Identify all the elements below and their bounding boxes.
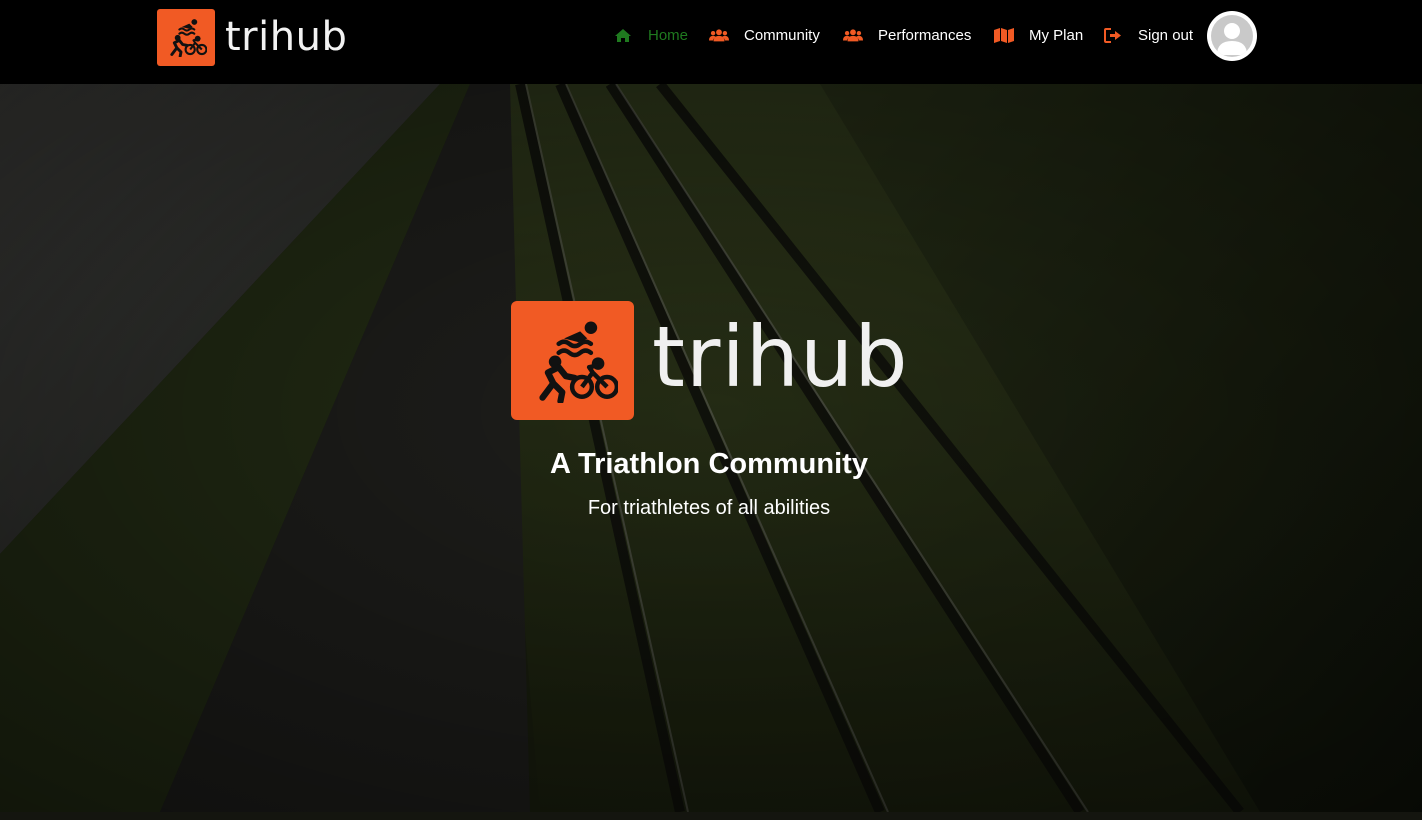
map-icon: [994, 27, 1014, 43]
nav-item-community[interactable]: Community: [709, 24, 820, 46]
navbar: trihub Home Community Performances My Pl…: [0, 0, 1422, 84]
triathlon-logo-icon: [511, 300, 634, 420]
hero-brand-name: trihub: [652, 308, 909, 406]
home-icon: [613, 27, 633, 43]
nav-label-home: Home: [648, 26, 689, 44]
hero-section: trihub A Triathlon Community For triathl…: [0, 84, 1422, 812]
users-icon: [843, 27, 863, 43]
user-avatar-button[interactable]: [1207, 11, 1257, 61]
nav-label-community: Community: [744, 26, 820, 44]
users-icon: [709, 27, 729, 43]
sign-out-icon: [1103, 27, 1123, 43]
hero-title: A Triathlon Community: [550, 448, 868, 480]
nav-item-my-plan[interactable]: My Plan: [994, 24, 1083, 46]
nav-item-sign-out[interactable]: Sign out: [1103, 24, 1193, 46]
nav-label-performances: Performances: [878, 26, 972, 44]
page-bottom-edge: [0, 812, 1422, 820]
hero-brand: trihub: [511, 300, 909, 420]
user-avatar-icon: [1211, 15, 1253, 57]
nav-item-home[interactable]: Home: [613, 24, 688, 46]
nav-label-my-plan: My Plan: [1029, 26, 1084, 44]
nav-label-sign-out: Sign out: [1138, 26, 1194, 44]
nav-item-performances[interactable]: Performances: [843, 24, 971, 46]
hero-subtitle: For triathletes of all abilities: [587, 497, 831, 519]
